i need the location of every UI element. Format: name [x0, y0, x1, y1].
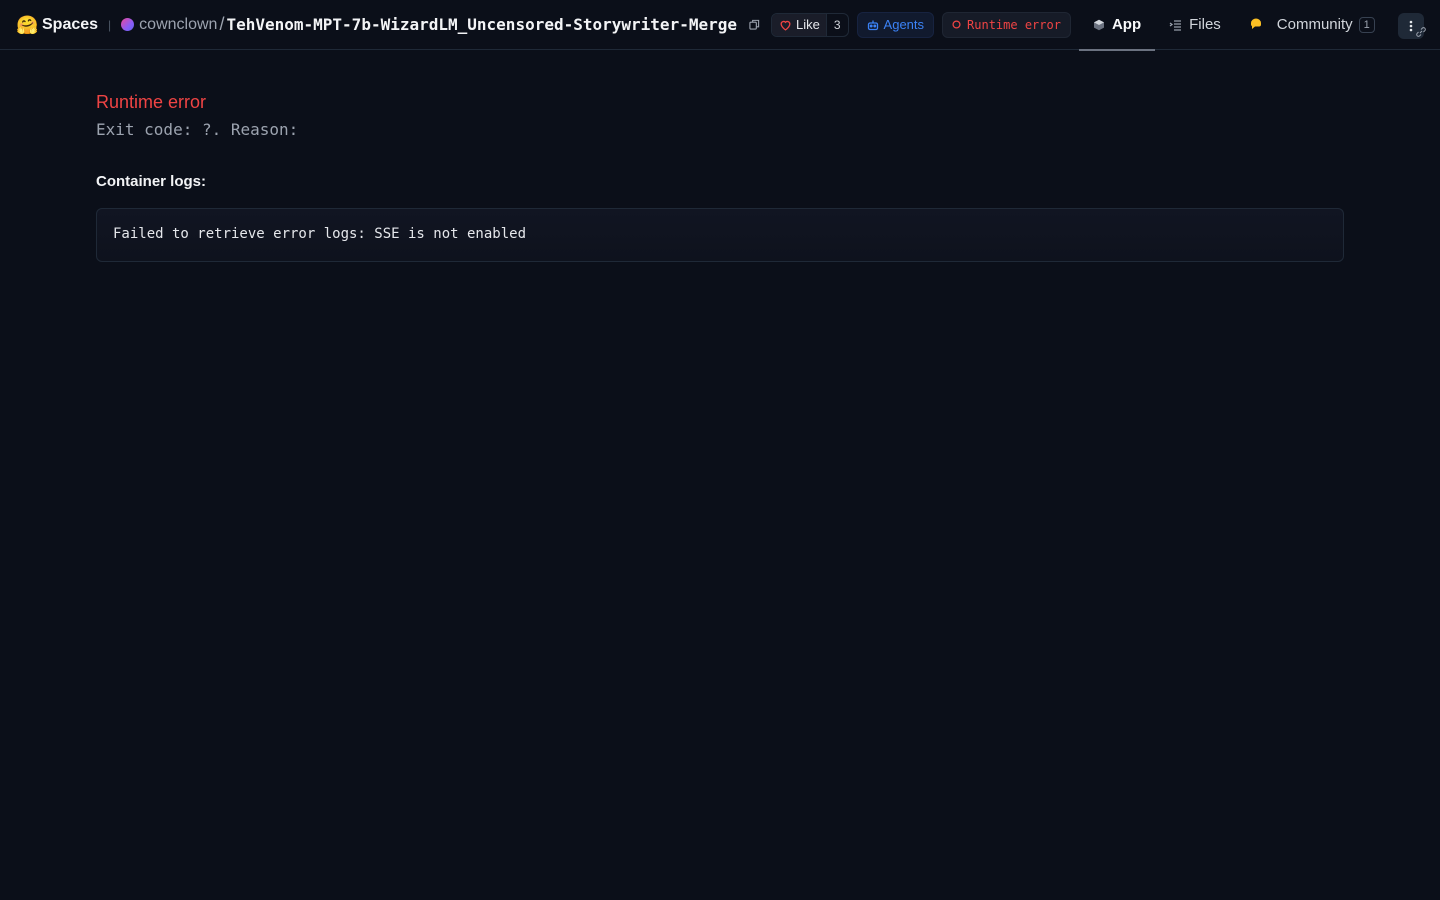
- tab-files[interactable]: Files: [1155, 0, 1235, 50]
- status-badge[interactable]: Runtime error: [942, 11, 1071, 38]
- like-label: Like: [796, 17, 820, 32]
- like-button[interactable]: Like: [772, 13, 826, 36]
- tab-community-label: Community: [1276, 16, 1353, 33]
- owner-avatar: [121, 18, 135, 31]
- logs-heading: Container logs:: [96, 173, 207, 190]
- repo-name-link[interactable]: TehVenom-MPT-7b-WizardLM_Uncensored-Stor…: [226, 15, 737, 34]
- hugging-face-icon: 🤗: [16, 14, 39, 35]
- tab-community[interactable]: Community 1: [1235, 0, 1389, 50]
- error-reason: Exit code: ?. Reason:: [96, 120, 299, 139]
- like-count[interactable]: 3: [825, 13, 848, 36]
- tab-app-label: App: [1111, 16, 1142, 33]
- main-content: Runtime error Exit code: ?. Reason: Cont…: [96, 92, 1344, 262]
- community-count-badge: 1: [1358, 16, 1375, 33]
- like-group: Like 3: [771, 12, 849, 37]
- space-tabs: App Files Community 1: [1078, 0, 1389, 51]
- owner-link[interactable]: cownclown: [139, 16, 217, 34]
- files-icon: [1169, 19, 1182, 31]
- agents-label: Agents: [883, 17, 925, 32]
- agents-button[interactable]: Agents: [856, 11, 935, 38]
- error-circle-icon: [952, 20, 961, 29]
- error-title: Runtime error: [96, 92, 207, 112]
- tab-files-label: Files: [1189, 16, 1221, 33]
- spaces-home-link[interactable]: 🤗 Spaces: [16, 0, 98, 50]
- kebab-menu-icon: [1409, 20, 1413, 32]
- copy-icon[interactable]: [745, 16, 763, 34]
- community-icon: [1249, 17, 1270, 33]
- top-navigation-bar: 🤗 Spaces | cownclown / TehVenom-MPT-7b-W…: [0, 0, 1440, 51]
- tab-app[interactable]: App: [1078, 0, 1156, 51]
- path-separator: /: [219, 14, 225, 34]
- brand-label: Spaces: [42, 15, 99, 33]
- separator: |: [108, 17, 112, 32]
- heart-icon: [780, 20, 791, 31]
- link-icon: [1416, 27, 1426, 37]
- robot-icon: [867, 20, 878, 30]
- container-logs[interactable]: Failed to retrieve error logs: SSE is no…: [96, 208, 1344, 262]
- status-label: Runtime error: [967, 17, 1061, 32]
- cube-icon: [1093, 19, 1104, 30]
